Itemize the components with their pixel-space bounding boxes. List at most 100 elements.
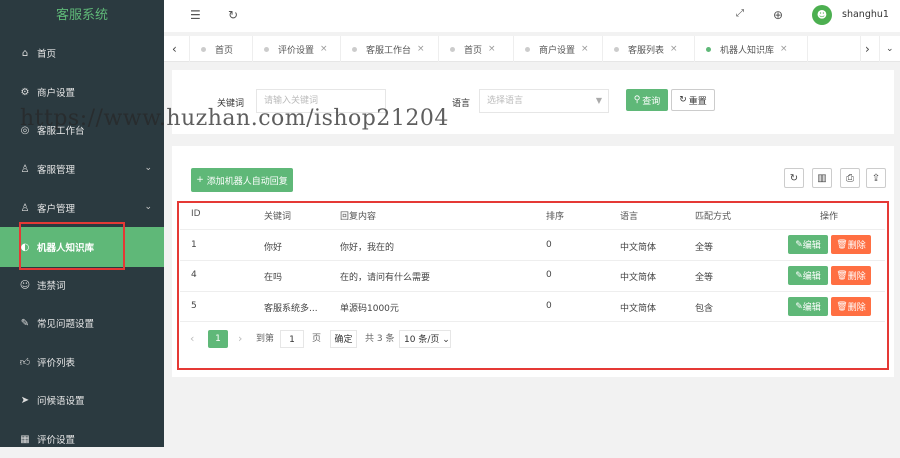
chevron-down-icon: ⌄ (144, 163, 152, 173)
goto-confirm-button[interactable]: 确定 (330, 330, 357, 348)
cell-match: 包含 (695, 304, 714, 314)
close-icon[interactable]: × (417, 44, 425, 54)
refresh-icon: ↻ (679, 95, 687, 105)
cell-reply: 在的，请问有什么需要 (340, 273, 431, 283)
sidebar-item-review-list[interactable]: 👍︎ 评价列表 (0, 343, 164, 381)
edit-button[interactable]: ✎ 编辑 (788, 266, 828, 285)
goto-label: 到第 (256, 334, 275, 344)
cell-language: 中文简体 (620, 243, 657, 253)
sidebar-item-faq-settings[interactable]: ✎ 常见问题设置 (0, 304, 164, 342)
sidebar-item-label: 客服管理 (37, 165, 76, 176)
send-icon: ➤ (20, 394, 30, 406)
sidebar-item-banned-words[interactable]: ☺ 违禁词 (0, 266, 164, 304)
username[interactable]: shanghu1 (842, 9, 889, 20)
tab-dot (450, 46, 455, 52)
edit-button[interactable]: ✎ 编辑 (788, 297, 828, 316)
language-select[interactable]: 选择语言 ▼ (479, 89, 609, 113)
edit-label: 编辑 (802, 303, 821, 313)
cell-language: 中文简体 (620, 304, 657, 314)
add-button-label: 添加机器人自动回复 (206, 176, 288, 187)
tab-bar: ‹ 首页 评价设置 × 客服工作台 × 首页 × 商户设置 × 客服列表 × 机器人知识库… (164, 36, 900, 62)
sidebar-item-greeting-settings[interactable]: ➤ 问候语设置 (0, 381, 164, 419)
cell-sort: 0 (546, 301, 552, 311)
close-icon[interactable]: × (780, 44, 788, 54)
globe-icon[interactable]: ⊕ (773, 8, 783, 22)
chevron-down-icon[interactable]: ⌄ (880, 36, 900, 62)
cell-keyword: 在吗 (264, 273, 283, 283)
tab-label: 首页 (464, 45, 483, 56)
reset-button[interactable]: ↻ 重置 (671, 89, 715, 111)
user-icon: ♙ (20, 163, 30, 175)
sidebar-item-label: 常见问题设置 (37, 319, 95, 330)
column-header-actions: 操作 (820, 212, 839, 222)
column-header-reply: 回复内容 (340, 212, 377, 222)
divider (180, 260, 885, 261)
close-icon[interactable]: × (488, 44, 496, 54)
tab-robot-knowledge[interactable]: 机器人知识库 × (696, 36, 808, 62)
query-button[interactable]: ⚲ 查询 (626, 89, 668, 111)
export-icon: ⇪ (871, 172, 881, 184)
delete-label: 删除 (847, 241, 866, 251)
export-button[interactable]: ⇪ (866, 168, 886, 188)
cell-sort: 0 (546, 240, 552, 250)
next-page-icon[interactable]: › (238, 330, 242, 348)
pencil-icon: ✎ (795, 270, 803, 281)
sidebar-item-home[interactable]: ⌂ 首页 (0, 34, 164, 72)
cell-keyword: 你好 (264, 243, 283, 253)
refresh-icon[interactable]: ↻ (228, 8, 238, 22)
close-icon[interactable]: × (581, 44, 589, 54)
page-size-select[interactable]: 10 条/页 ⌄ (399, 330, 451, 348)
delete-button[interactable]: 🗑︎ 删除 (831, 266, 871, 285)
page-number-input[interactable]: 1 (280, 330, 304, 348)
tab-label: 商户设置 (539, 45, 576, 56)
refresh-icon: ↻ (789, 172, 799, 184)
table-refresh-button[interactable]: ↻ (784, 168, 804, 188)
tab-label: 客服列表 (628, 45, 665, 56)
tab-merchant-settings[interactable]: 商户设置 × (515, 36, 603, 62)
tabs-scroll-left-icon[interactable]: ‹ (164, 36, 190, 62)
menu-toggle-icon[interactable]: ☰ (190, 8, 201, 22)
avatar[interactable]: ☻ (812, 5, 832, 25)
query-button-label: 查询 (642, 96, 661, 107)
delete-button[interactable]: 🗑︎ 删除 (831, 235, 871, 254)
add-robot-reply-button[interactable]: + 添加机器人自动回复 (191, 168, 293, 192)
cell-reply: 单源码1000元 (340, 304, 399, 314)
tab-label: 客服工作台 (366, 45, 412, 56)
edit-label: 编辑 (802, 272, 821, 282)
total-count: 共 3 条 (365, 334, 395, 344)
sidebar-item-label: 评价列表 (37, 358, 76, 369)
cell-id: 4 (191, 270, 197, 280)
sidebar-item-review-settings[interactable]: ▦ 评价设置 (0, 420, 164, 458)
column-filter-button[interactable]: ▥ (812, 168, 832, 188)
trash-icon: 🗑︎ (836, 239, 848, 250)
prev-page-icon[interactable]: ‹ (190, 330, 194, 348)
fullscreen-icon[interactable]: ⤢ (736, 8, 744, 19)
calendar-icon: ▦ (20, 433, 30, 445)
tab-home[interactable]: 首页 (191, 36, 253, 62)
columns-icon: ▥ (817, 172, 827, 184)
search-icon: ⚲ (633, 95, 641, 105)
tab-agent-list[interactable]: 客服列表 × (604, 36, 695, 62)
sidebar-item-agent-management[interactable]: ♙ 客服管理 ⌄ (0, 150, 164, 188)
tab-home-2[interactable]: 首页 × (440, 36, 514, 62)
close-icon[interactable]: × (670, 44, 678, 54)
sidebar-item-label: 评价设置 (37, 435, 76, 446)
delete-button[interactable]: 🗑︎ 删除 (831, 297, 871, 316)
tab-label: 机器人知识库 (720, 45, 775, 56)
print-button[interactable]: ⎙ (840, 168, 860, 188)
tab-workbench[interactable]: 客服工作台 × (342, 36, 439, 62)
tabs-scroll-right-icon[interactable]: › (860, 36, 880, 62)
page-size-value: 10 条/页 (404, 335, 440, 345)
column-header-keyword: 关键词 (264, 212, 292, 222)
edit-button[interactable]: ✎ 编辑 (788, 235, 828, 254)
trash-icon: 🗑︎ (836, 270, 848, 281)
page-current[interactable]: 1 (208, 330, 228, 348)
cell-match: 全等 (695, 273, 714, 283)
tab-review-settings[interactable]: 评价设置 × (254, 36, 341, 62)
cell-keyword: 客服系统多... (264, 304, 318, 314)
close-icon[interactable]: × (320, 44, 328, 54)
tab-dot (352, 46, 357, 52)
print-icon: ⎙ (846, 172, 854, 184)
tab-dot (706, 46, 711, 52)
cell-id: 1 (191, 240, 197, 250)
